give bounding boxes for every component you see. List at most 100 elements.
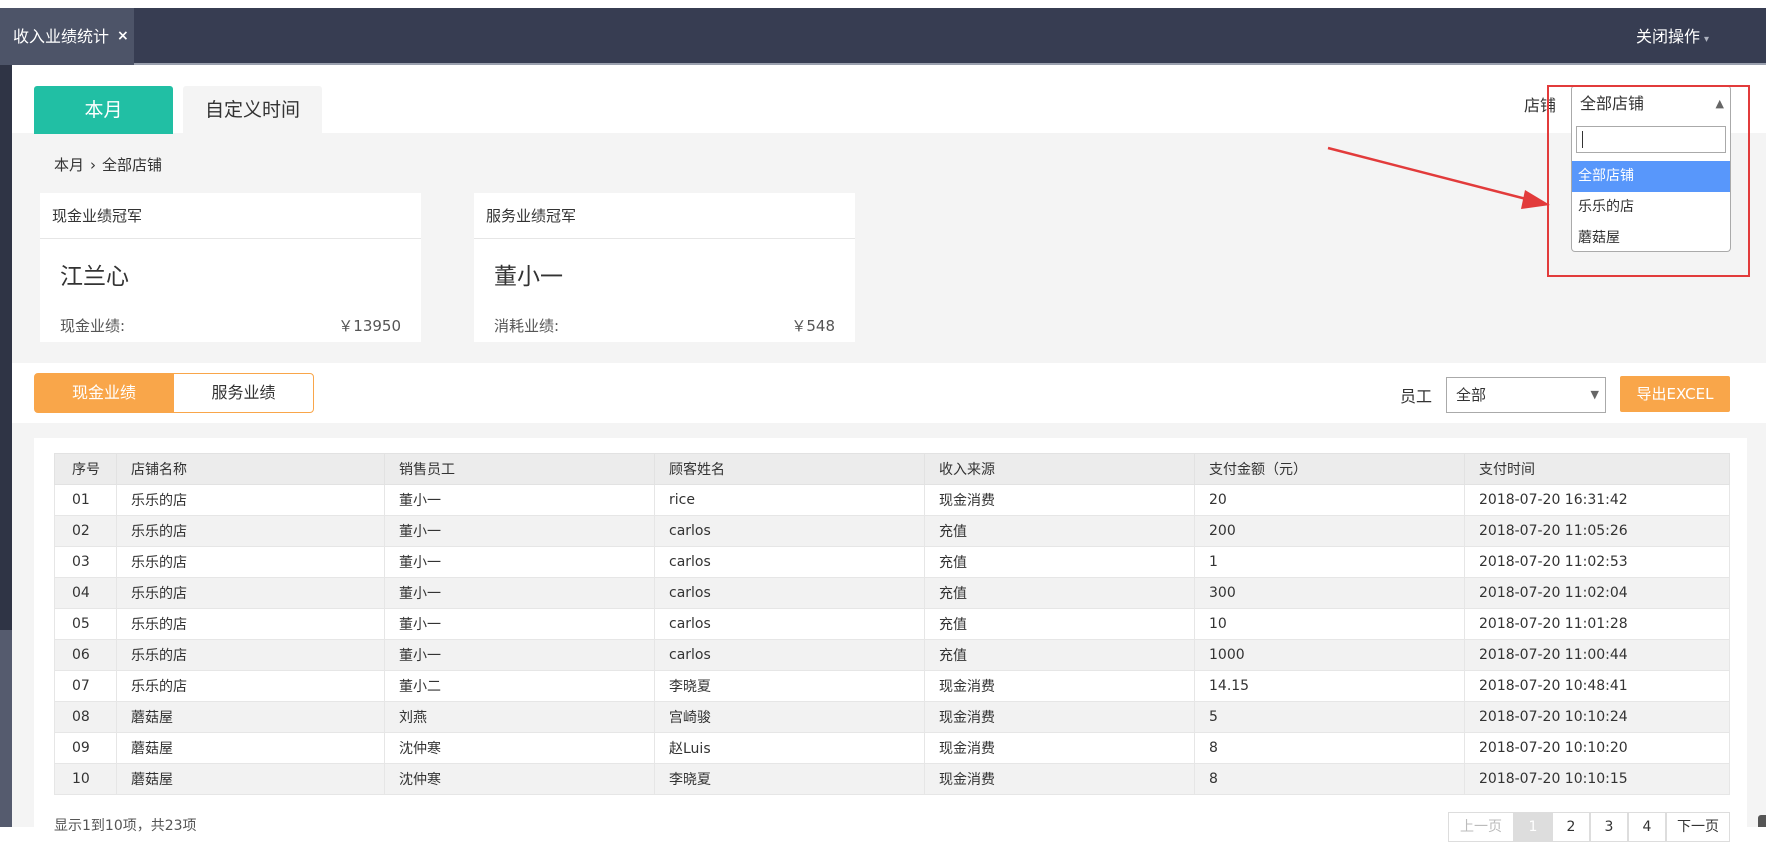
table-header-row: 序号 店铺名称 销售员工 顾客姓名 收入来源 支付金额（元） 支付时间 [54,453,1730,485]
breadcrumb-period: 本月 [54,156,85,174]
prev-page-button[interactable]: 上一页 [1448,812,1514,842]
page-4-button[interactable]: 4 [1628,812,1666,842]
header-time[interactable]: 支付时间 [1464,453,1730,485]
cell-store: 乐乐的店 [116,670,385,702]
cell-time: 2018-07-20 10:10:15 [1464,763,1730,795]
cell-amount: 8 [1194,763,1465,795]
cell-store: 蘑菇屋 [116,701,385,733]
employee-selected-value: 全部 [1456,386,1487,404]
cell-store: 蘑菇屋 [116,763,385,795]
cell-time: 2018-07-20 11:02:53 [1464,546,1730,578]
table-row[interactable]: 09 蘑菇屋 沈仲寒 赵Luis 现金消费 8 2018-07-20 10:10:20 [54,732,1730,764]
cell-amount: 14.15 [1194,670,1465,702]
header-customer[interactable]: 顾客姓名 [654,453,925,485]
table-row[interactable]: 10 蘑菇屋 沈仲寒 李晓夏 现金消费 8 2018-07-20 10:10:15 [54,763,1730,795]
table-row[interactable]: 05 乐乐的店 董小一 carlos 充值 10 2018-07-20 11:01:28 [54,608,1730,640]
cell-time: 2018-07-20 16:31:42 [1464,484,1730,516]
tab-cash-performance[interactable]: 现金业绩 [34,373,174,413]
service-champion-card: 服务业绩冠军 董小一 消耗业绩: ￥548 [474,193,855,342]
page-3-button[interactable]: 3 [1590,812,1628,842]
cell-index: 09 [54,732,117,764]
tab-label: 收入业绩统计 [13,27,110,46]
cell-amount: 300 [1194,577,1465,609]
next-page-button[interactable]: 下一页 [1666,812,1730,842]
table-row[interactable]: 08 蘑菇屋 刘燕 宫崎骏 现金消费 5 2018-07-20 10:10:24 [54,701,1730,733]
table-row[interactable]: 01 乐乐的店 董小一 rice 现金消费 20 2018-07-20 16:31:42 [54,484,1730,516]
cell-customer: carlos [654,608,925,640]
metric-amount: ￥13950 [338,317,401,335]
cell-time: 2018-07-20 11:01:28 [1464,608,1730,640]
table-row[interactable]: 06 乐乐的店 董小一 carlos 充值 1000 2018-07-20 11:00:44 [54,639,1730,671]
header-index[interactable]: 序号 [54,453,117,485]
cell-customer: 李晓夏 [654,670,925,702]
cell-time: 2018-07-20 11:02:04 [1464,577,1730,609]
table-row[interactable]: 03 乐乐的店 董小一 carlos 充值 1 2018-07-20 11:02:53 [54,546,1730,578]
employee-select[interactable]: 全部 ▼ [1446,377,1606,413]
top-nav-bar: 收入业绩统计 × 关闭操作 ▾ [0,8,1766,65]
cell-index: 07 [54,670,117,702]
metric-label: 消耗业绩: [494,317,560,335]
header-staff[interactable]: 销售员工 [384,453,655,485]
cell-index: 05 [54,608,117,640]
tab-service-performance[interactable]: 服务业绩 [173,373,314,413]
champion-name: 江兰心 [60,264,129,290]
champion-name: 董小一 [494,264,563,290]
cell-index: 10 [54,763,117,795]
header-source[interactable]: 收入来源 [924,453,1195,485]
cell-source: 充值 [924,546,1195,578]
cell-customer: 宫崎骏 [654,701,925,733]
cell-source: 充值 [924,639,1195,671]
table-row[interactable]: 04 乐乐的店 董小一 carlos 充值 300 2018-07-20 11:02:04 [54,577,1730,609]
cell-customer: carlos [654,639,925,671]
cell-staff: 刘燕 [384,701,655,733]
header-amount[interactable]: 支付金额（元） [1194,453,1465,485]
cell-store: 蘑菇屋 [116,732,385,764]
cell-staff: 沈仲寒 [384,763,655,795]
page-2-button[interactable]: 2 [1552,812,1590,842]
tab-this-month[interactable]: 本月 [34,86,173,134]
cell-store: 乐乐的店 [116,546,385,578]
table-row[interactable]: 07 乐乐的店 董小二 李晓夏 现金消费 14.15 2018-07-20 10:48:41 [54,670,1730,702]
table-row[interactable]: 02 乐乐的店 董小一 carlos 充值 200 2018-07-20 11:05:26 [54,515,1730,547]
cell-staff: 董小一 [384,546,655,578]
close-operations-menu[interactable]: 关闭操作 ▾ [1636,8,1709,68]
tab-close-icon[interactable]: × [117,8,129,65]
cell-amount: 10 [1194,608,1465,640]
breadcrumb-store: 全部店铺 [102,156,163,174]
cell-source: 现金消费 [924,763,1195,795]
cell-time: 2018-07-20 10:10:24 [1464,701,1730,733]
cell-source: 现金消费 [924,732,1195,764]
header-store[interactable]: 店铺名称 [116,453,385,485]
card-title: 现金业绩冠军 [40,193,421,239]
cell-customer: carlos [654,546,925,578]
cell-time: 2018-07-20 10:48:41 [1464,670,1730,702]
export-excel-button[interactable]: 导出EXCEL [1620,376,1730,412]
caret-down-icon: ▾ [1704,34,1710,45]
cell-amount: 1000 [1194,639,1465,671]
income-table: 序号 店铺名称 销售员工 顾客姓名 收入来源 支付金额（元） 支付时间 01 乐乐… [54,453,1730,795]
cell-store: 乐乐的店 [116,484,385,516]
tab-custom-time[interactable]: 自定义时间 [183,86,322,134]
cell-index: 01 [54,484,117,516]
cell-amount: 200 [1194,515,1465,547]
cell-staff: 董小一 [384,484,655,516]
cell-source: 现金消费 [924,484,1195,516]
cell-amount: 20 [1194,484,1465,516]
top-strip [0,0,1766,8]
cell-store: 乐乐的店 [116,608,385,640]
scrollbar-handle[interactable] [1758,815,1766,827]
cell-index: 06 [54,639,117,671]
cell-amount: 8 [1194,732,1465,764]
highlight-box [1547,85,1750,277]
tab-income-stats[interactable]: 收入业绩统计 × [0,8,134,65]
cell-source: 现金消费 [924,701,1195,733]
breadcrumb-separator-icon: › [90,156,97,174]
employee-filter-label: 员工 [1400,387,1433,406]
metric-amount: ￥548 [791,317,835,335]
page-1-button[interactable]: 1 [1514,812,1552,842]
cell-index: 04 [54,577,117,609]
card-title: 服务业绩冠军 [474,193,855,239]
cell-staff: 董小一 [384,608,655,640]
cell-staff: 董小一 [384,515,655,547]
cell-index: 02 [54,515,117,547]
